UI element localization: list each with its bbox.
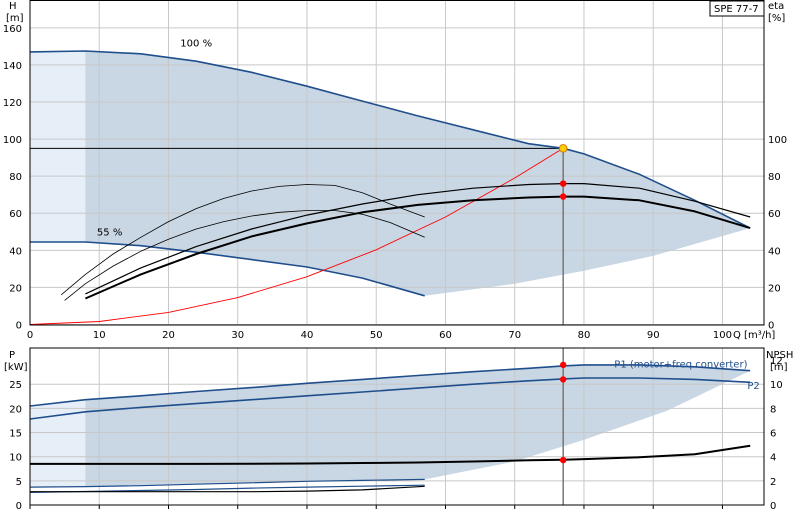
pump-performance-chart: 0204060801001201401600204060801000 10 20 30…: [3, 0, 793, 512]
power-area: [85, 364, 751, 487]
power-operating-marker: [559, 361, 567, 369]
power-y-tick-label: 15: [9, 429, 22, 440]
head-axis-unit: [m]: [6, 13, 24, 24]
npsh-y-tick-label: 0: [770, 501, 776, 512]
power-y-tick-label: 25: [9, 380, 22, 391]
npsh-axis-unit: [m]: [770, 362, 788, 373]
operating-point-marker: [559, 180, 567, 187]
head-y-tick-label: 100: [3, 135, 22, 146]
speed-label: 100 %: [180, 38, 212, 49]
npsh-y-tick-label: 4: [770, 453, 776, 464]
eta-y-tick-label: 40: [768, 246, 781, 257]
operating-point-marker: [559, 193, 567, 200]
eta-axis-unit: [%]: [768, 13, 785, 24]
npsh-axis-label: NPSH: [766, 350, 793, 361]
speed-label: 55 %: [97, 227, 122, 238]
head-y-tick-label: 140: [3, 61, 22, 72]
head-axis-label: H: [9, 1, 17, 12]
head-y-tick-label: 160: [3, 24, 22, 35]
eta-y-tick-label: 80: [768, 172, 781, 183]
flow-axis-label: Q [m³/h]: [733, 330, 775, 341]
flow-x-tick-label: 80: [578, 330, 591, 341]
eta-y-tick-label: 60: [768, 209, 781, 220]
flow-x-tick-label: 70: [508, 330, 521, 341]
chart-title: SPE 77-7: [714, 4, 759, 15]
power-axis-label: P: [9, 350, 15, 361]
p1-curve-label: P1 (motor+freq.converter): [614, 359, 747, 370]
power-axis-unit: [kW]: [4, 362, 28, 373]
flow-x-tick-label: 30: [231, 330, 244, 341]
eta-y-tick-label: 100: [768, 135, 787, 146]
power-y-tick-label: 0: [16, 501, 22, 512]
head-y-tick-label: 60: [9, 209, 22, 220]
power-operating-marker: [559, 456, 567, 464]
head-y-tick-label: 120: [3, 98, 22, 109]
npsh-y-tick-label: 10: [770, 380, 783, 391]
flow-x-tick-label: 90: [647, 330, 660, 341]
power-y-tick-label: 10: [9, 453, 22, 464]
flow-x-tick-label: 60: [439, 330, 452, 341]
power-y-tick-label: 5: [16, 477, 22, 488]
eta-y-tick-label: 20: [768, 283, 781, 294]
flow-x-tick-label: 100: [713, 330, 732, 341]
npsh-y-tick-label: 6: [770, 429, 776, 440]
flow-x-tick-label: 0: [27, 330, 33, 341]
flow-x-tick-label: 40: [301, 330, 314, 341]
duty-point-marker: [558, 144, 568, 153]
power-y-tick-label: 20: [9, 404, 22, 415]
flow-x-tick-label: 20: [162, 330, 175, 341]
head-y-tick-label: 40: [9, 246, 22, 257]
head-y-tick-label: 80: [9, 172, 22, 183]
eta-axis-label: eta: [768, 1, 784, 12]
head-y-tick-label: 20: [9, 283, 22, 294]
power-operating-marker: [559, 376, 567, 383]
head-y-tick-label: 0: [16, 321, 22, 332]
flow-x-tick-label: 10: [93, 330, 106, 341]
p2-curve-label: P2: [747, 381, 759, 392]
npsh-y-tick-label: 2: [770, 477, 776, 488]
npsh-y-tick-label: 8: [770, 404, 776, 415]
flow-x-tick-label: 50: [370, 330, 383, 341]
